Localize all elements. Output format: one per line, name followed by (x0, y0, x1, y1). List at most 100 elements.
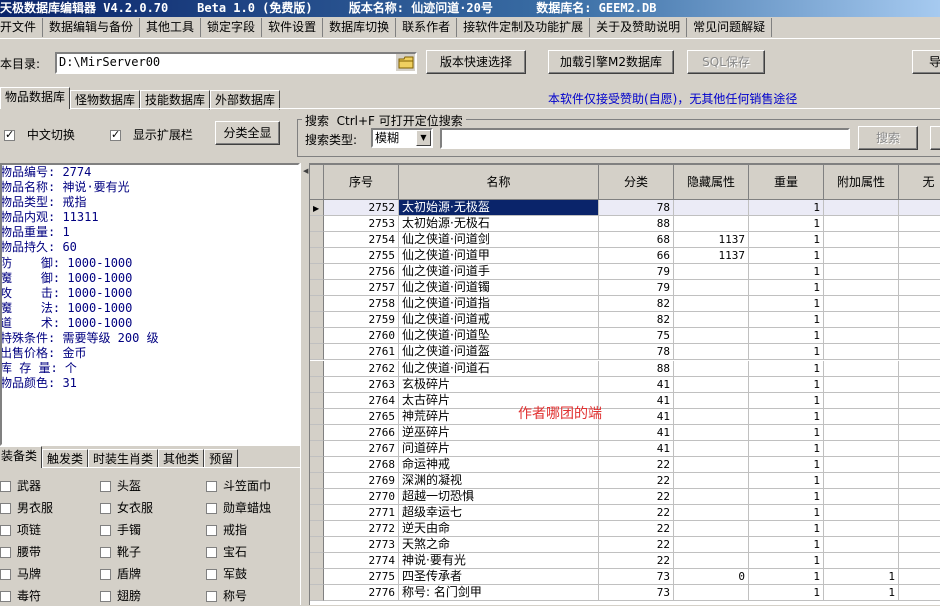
table-cell-blank[interactable] (899, 328, 940, 345)
table-cell-id[interactable]: 2766 (324, 424, 399, 441)
row-indicator[interactable] (310, 488, 324, 505)
category-checkbox[interactable] (100, 569, 111, 580)
table-cell-name[interactable]: 仙之侠道·问道石 (399, 360, 599, 377)
table-cell-extra[interactable] (824, 424, 899, 441)
row-indicator[interactable] (310, 585, 324, 602)
menu-item[interactable]: 常见问题解疑 (687, 18, 773, 37)
table-cell-blank[interactable] (899, 409, 940, 425)
category-checkbox[interactable] (206, 569, 217, 580)
category-option[interactable]: 手镯 (100, 521, 141, 538)
table-cell-blank[interactable] (899, 312, 940, 329)
table-cell-weight[interactable]: 1 (749, 312, 824, 329)
table-row[interactable]: 2756 仙之侠道·问道手 79 1 (310, 264, 940, 281)
table-cell-blank[interactable] (899, 264, 940, 281)
table-cell-cat[interactable]: 41 (599, 440, 674, 457)
table-row[interactable]: 2772 逆天由命 22 1 (310, 521, 940, 537)
table-row[interactable]: 2771 超级幸运七 22 1 (310, 504, 940, 521)
table-cell-id[interactable]: 2752 (324, 200, 399, 216)
table-row[interactable]: 2765 神荒碎片 41 1 (310, 408, 940, 425)
table-cell-cat[interactable]: 88 (599, 216, 674, 233)
table-cell-extra[interactable]: 1 (824, 569, 899, 586)
table-cell-id[interactable]: 2759 (324, 312, 399, 329)
table-cell-cat[interactable]: 79 (599, 280, 674, 297)
menu-item[interactable]: 开文件 (0, 18, 44, 37)
table-cell-hidden[interactable]: 1137 (674, 232, 749, 249)
table-cell-id[interactable]: 2756 (324, 264, 399, 281)
table-cell-extra[interactable] (824, 216, 899, 233)
category-option[interactable]: 戒指 (206, 521, 247, 538)
table-cell-id[interactable]: 2768 (324, 456, 399, 473)
grid-column-header[interactable]: 无 (899, 165, 940, 200)
row-indicator[interactable] (310, 392, 324, 409)
table-cell-cat[interactable]: 78 (599, 344, 674, 361)
category-checkbox[interactable] (206, 481, 217, 492)
row-indicator[interactable] (310, 360, 324, 377)
table-cell-extra[interactable] (824, 440, 899, 457)
import-button[interactable]: 导 (912, 50, 940, 74)
row-indicator[interactable] (310, 376, 324, 393)
table-cell-weight[interactable]: 1 (749, 344, 824, 361)
table-cell-name[interactable]: 逆巫碎片 (399, 424, 599, 441)
table-cell-weight[interactable]: 1 (749, 424, 824, 441)
table-cell-extra[interactable] (824, 537, 899, 554)
table-cell-name[interactable]: 命运神戒 (399, 456, 599, 473)
chevron-down-icon[interactable]: ▼ (416, 130, 431, 146)
table-row[interactable]: 2754 仙之侠道·问道剑 68 1137 1 (310, 232, 940, 249)
row-indicator[interactable] (310, 296, 324, 313)
table-row[interactable]: 2773 天煞之命 22 1 (310, 537, 940, 554)
table-cell-id[interactable]: 2761 (324, 344, 399, 361)
table-cell-blank[interactable] (899, 280, 940, 297)
table-cell-hidden[interactable] (674, 216, 749, 233)
table-cell-blank[interactable] (899, 296, 940, 313)
table-cell-name[interactable]: 仙之侠道·问道手 (399, 264, 599, 281)
menu-item[interactable]: 锁定字段 (201, 18, 263, 37)
table-cell-id[interactable]: 2775 (324, 569, 399, 586)
table-cell-extra[interactable] (824, 280, 899, 297)
table-cell-weight[interactable]: 1 (749, 248, 824, 265)
category-option[interactable]: 男衣服 (0, 499, 53, 516)
show-all-categories-button[interactable]: 分类全显 (215, 121, 280, 145)
search-input[interactable] (440, 128, 850, 149)
table-cell-cat[interactable]: 22 (599, 553, 674, 570)
table-cell-extra[interactable] (824, 296, 899, 313)
table-cell-blank[interactable] (899, 200, 940, 216)
table-row[interactable]: 2753 太初始源·无极石 88 1 (310, 216, 940, 233)
table-cell-id[interactable]: 2762 (324, 360, 399, 377)
table-cell-hidden[interactable] (674, 553, 749, 570)
table-cell-hidden[interactable] (674, 537, 749, 554)
table-cell-hidden[interactable] (674, 440, 749, 457)
menu-item[interactable]: 软件设置 (262, 18, 324, 37)
row-indicator[interactable] (310, 504, 324, 521)
table-cell-weight[interactable]: 1 (749, 569, 824, 586)
row-indicator[interactable] (310, 424, 324, 441)
table-row[interactable]: 2761 仙之侠道·问道盔 78 1 (310, 344, 940, 361)
table-cell-blank[interactable] (899, 553, 940, 570)
table-cell-hidden[interactable] (674, 456, 749, 473)
table-cell-blank[interactable] (899, 457, 940, 473)
table-cell-id[interactable]: 2767 (324, 440, 399, 457)
row-indicator[interactable] (310, 280, 324, 297)
row-indicator[interactable] (310, 456, 324, 473)
table-cell-name[interactable]: 仙之侠道·问道戒 (399, 312, 599, 329)
table-cell-hidden[interactable] (674, 344, 749, 361)
table-cell-name[interactable]: 神说·要有光 (399, 553, 599, 570)
tab-database[interactable]: 技能数据库 (140, 90, 211, 110)
search-extra-button[interactable] (930, 126, 940, 150)
table-cell-weight[interactable]: 1 (749, 488, 824, 505)
grid-column-header[interactable]: 名称 (399, 165, 599, 200)
table-cell-blank[interactable] (899, 248, 940, 265)
table-cell-hidden[interactable] (674, 264, 749, 281)
menu-item[interactable]: 数据库切换 (323, 18, 397, 37)
table-cell-cat[interactable]: 75 (599, 328, 674, 345)
table-cell-extra[interactable] (824, 376, 899, 393)
panel-splitter[interactable]: ◀ (300, 163, 310, 605)
row-indicator[interactable] (310, 312, 324, 329)
table-cell-cat[interactable]: 41 (599, 376, 674, 393)
category-option[interactable]: 斗笠面巾 (206, 477, 271, 494)
table-cell-cat[interactable]: 73 (599, 569, 674, 586)
tab-database[interactable]: 物品数据库 (0, 87, 71, 109)
table-row[interactable]: 2759 仙之侠道·问道戒 82 1 (310, 312, 940, 329)
table-row[interactable]: 2775 四圣传承者 73 0 1 1 (310, 569, 940, 586)
category-checkbox[interactable] (0, 503, 11, 514)
table-cell-name[interactable]: 仙之侠道·问道坠 (399, 328, 599, 345)
